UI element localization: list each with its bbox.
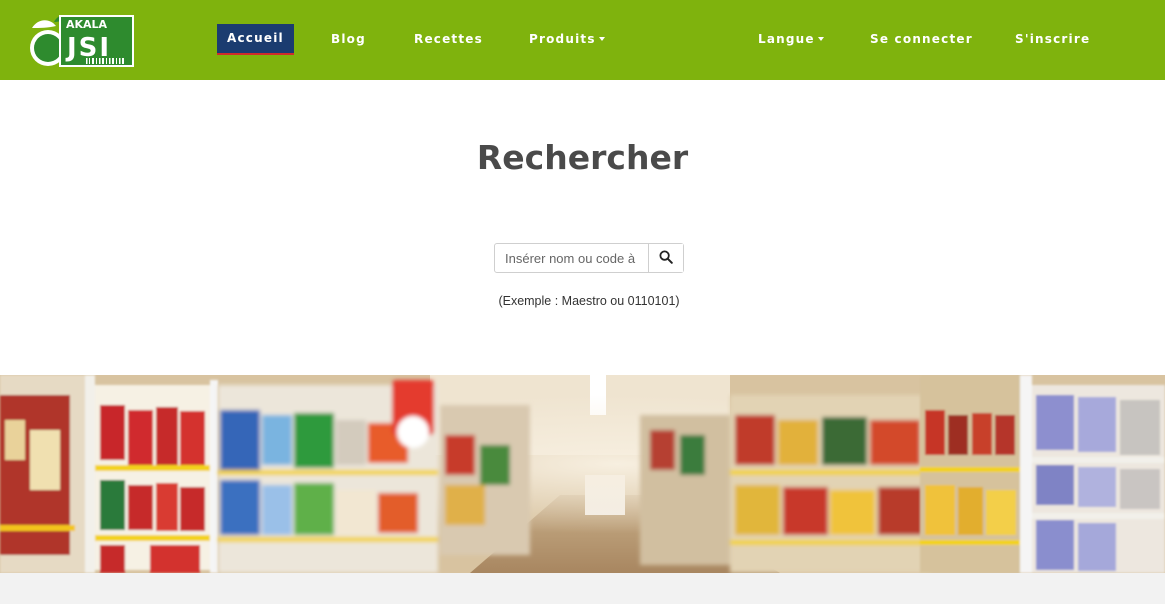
nav-recipes[interactable]: Recettes xyxy=(414,24,483,54)
nav-language-dropdown[interactable]: Langue xyxy=(758,24,824,54)
caret-down-icon xyxy=(817,36,824,41)
nav-recipes-label: Recettes xyxy=(414,32,483,46)
svg-text:AKALA: AKALA xyxy=(66,18,108,31)
nav-blog[interactable]: Blog xyxy=(331,24,366,54)
brand-logo[interactable]: AKALA JSI xyxy=(26,10,136,70)
footer-strip xyxy=(0,573,1165,604)
page-title: Rechercher xyxy=(476,138,689,177)
nav-blog-label: Blog xyxy=(331,32,366,46)
nav-signup-label: S'inscrire xyxy=(1015,32,1091,46)
supermarket-banner-image xyxy=(0,375,1165,573)
nav-login[interactable]: Se connecter xyxy=(870,24,973,54)
caret-down-icon xyxy=(598,36,605,41)
search-icon xyxy=(659,250,673,267)
top-navbar: AKALA JSI Accueil Blog Recettes Produits… xyxy=(0,0,1165,80)
nav-products-dropdown[interactable]: Produits xyxy=(529,24,605,54)
nav-products-label: Produits xyxy=(529,32,596,46)
nav-language-label: Langue xyxy=(758,32,815,46)
nav-home-label: Accueil xyxy=(227,31,284,45)
search-group xyxy=(494,243,684,273)
search-input[interactable] xyxy=(495,244,648,272)
nav-home[interactable]: Accueil xyxy=(217,24,294,55)
svg-text:JSI: JSI xyxy=(65,33,111,63)
nav-signup[interactable]: S'inscrire xyxy=(1015,24,1090,54)
search-button[interactable] xyxy=(648,244,683,272)
nav-login-label: Se connecter xyxy=(870,32,973,46)
search-hint: (Exemple : Maestro ou 0110101) xyxy=(498,294,680,308)
